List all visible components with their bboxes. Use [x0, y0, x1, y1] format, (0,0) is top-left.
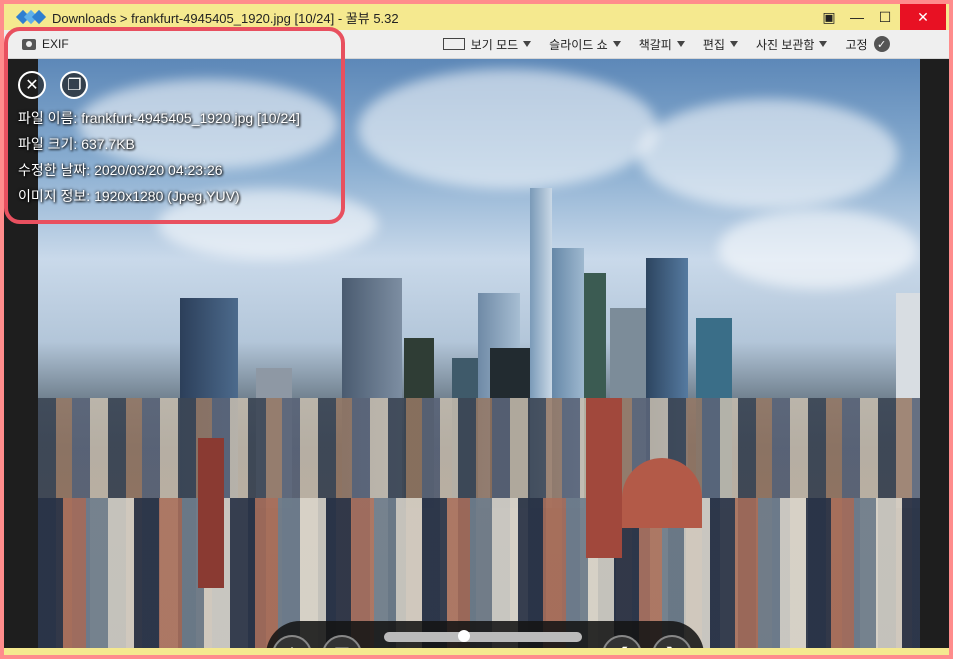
check-circle-icon: ✓	[873, 36, 890, 52]
slideshow-menu[interactable]: 슬라이드 쇼	[549, 36, 621, 53]
next-button[interactable]: ❯	[652, 635, 692, 648]
window-bottom-edge	[4, 648, 949, 655]
maximize-button[interactable]: ☐	[870, 4, 900, 30]
previous-button[interactable]: ❮	[602, 635, 642, 648]
photo-storage-label: 사진 보관함	[755, 37, 815, 52]
bookmark-menu[interactable]: 책갈피	[639, 36, 685, 53]
view-mode-menu[interactable]: 보기 모드	[442, 36, 532, 53]
position-slider[interactable]	[384, 630, 582, 642]
view-mode-label: 보기 모드	[470, 37, 519, 52]
photo-storage-menu[interactable]: 사진 보관함	[756, 36, 828, 53]
app-window: Downloads > frankfurt-4945405_1920.jpg […	[0, 0, 953, 659]
chevron-down-icon	[523, 41, 532, 47]
slideshow-label: 슬라이드 쇼	[549, 37, 608, 52]
bookmark-label: 책갈피	[638, 37, 672, 52]
frame-icon	[442, 38, 465, 50]
edit-menu[interactable]: 편집	[703, 36, 738, 53]
chevron-down-icon	[612, 41, 621, 47]
chevron-down-icon	[729, 41, 738, 47]
app-logo-icon	[15, 8, 47, 26]
exif-highlight-box	[4, 27, 345, 224]
window-title: Downloads > frankfurt-4945405_1920.jpg […	[52, 10, 399, 26]
pin-toggle[interactable]: 고정 ✓	[845, 36, 890, 53]
menu-button[interactable]: ☰	[322, 635, 362, 648]
eject-button[interactable]	[272, 635, 312, 648]
edit-label: 편집	[702, 37, 725, 52]
chevron-down-icon	[819, 41, 828, 47]
chevron-down-icon	[676, 41, 685, 47]
slider-thumb[interactable]	[458, 630, 471, 642]
playback-control-bar: ☰ + − ↶ ↷ 고정 ✓ ❮ ❯	[266, 621, 704, 648]
close-button[interactable]: ✕	[900, 4, 946, 30]
fullscreen-icon[interactable]: ▣	[814, 4, 844, 30]
pin-label: 고정	[845, 37, 868, 52]
minimize-button[interactable]: —	[842, 4, 872, 30]
